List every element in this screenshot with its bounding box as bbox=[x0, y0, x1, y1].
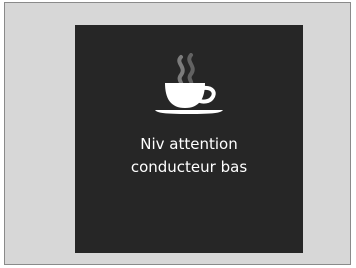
driver-attention-message: Niv attention conducteur bas bbox=[75, 133, 303, 179]
coffee-cup-icon bbox=[155, 53, 223, 114]
driver-attention-screen: Niv attention conducteur bas bbox=[75, 25, 303, 253]
message-line-1: Niv attention bbox=[140, 135, 238, 153]
message-line-2: conducteur bas bbox=[130, 158, 248, 176]
display-frame: Niv attention conducteur bas bbox=[4, 2, 351, 265]
